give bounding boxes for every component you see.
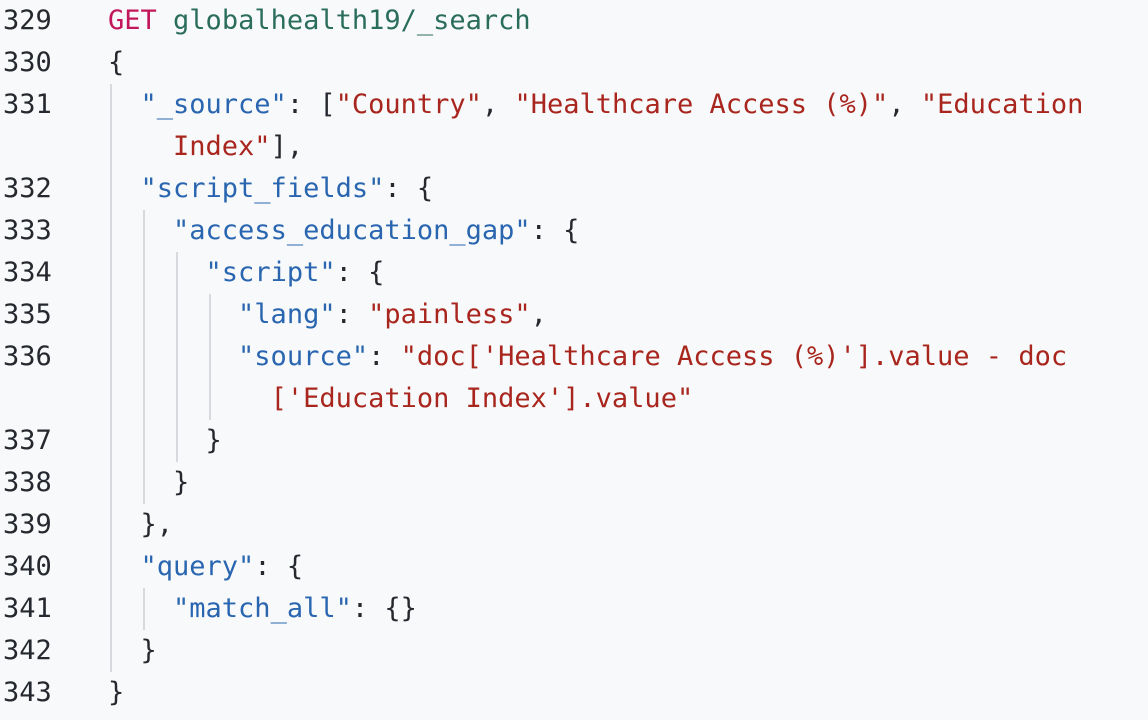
code-text: }	[108, 672, 124, 714]
token-str: ['Education Index'].value"	[270, 383, 694, 414]
line-number: 330	[3, 47, 52, 78]
token-punc	[108, 593, 173, 624]
token-punc	[108, 299, 238, 330]
token-str: Index"	[173, 131, 271, 162]
code-text: "lang": "painless",	[108, 294, 547, 336]
token-key: "access_education_gap"	[173, 215, 531, 246]
token-punc: },	[108, 509, 174, 540]
code-text: "script": {	[108, 252, 385, 294]
code-line[interactable]: 331 "_source": ["Country", "Healthcare A…	[0, 84, 1148, 126]
line-number: 333	[3, 215, 52, 246]
line-number: 329	[3, 5, 52, 36]
line-number: 338	[3, 467, 52, 498]
token-punc: : {	[530, 215, 580, 246]
code-text: GET globalhealth19/_search	[108, 0, 531, 42]
code-line[interactable]: 340 "query": {	[0, 546, 1148, 588]
code-line[interactable]: 334 "script": {	[0, 252, 1148, 294]
code-line[interactable]: 339 },	[0, 504, 1148, 546]
code-line[interactable]: 332 "script_fields": {	[0, 168, 1148, 210]
code-text: "script_fields": {	[108, 168, 434, 210]
code-line[interactable]: ['Education Index'].value"	[0, 378, 1148, 420]
token-key: "source"	[238, 341, 369, 372]
token-key: "script_fields"	[140, 173, 385, 204]
line-number: 332	[3, 173, 52, 204]
line-number: 340	[3, 551, 52, 582]
code-text: },	[108, 504, 174, 546]
line-number: 336	[3, 341, 52, 372]
code-line[interactable]: 335 "lang": "painless",	[0, 294, 1148, 336]
code-text: "access_education_gap": {	[108, 210, 579, 252]
code-line[interactable]: 342 }	[0, 630, 1148, 672]
token-punc: }	[108, 467, 190, 498]
token-punc	[157, 5, 173, 36]
code-line[interactable]: 330 {	[0, 42, 1148, 84]
token-punc	[108, 257, 206, 288]
token-punc: : {	[254, 551, 304, 582]
token-path: globalhealth19/_search	[173, 5, 531, 36]
token-punc	[108, 551, 141, 582]
code-line[interactable]: 343}	[0, 672, 1148, 714]
token-str: "Education	[920, 89, 1084, 120]
token-punc: ,	[530, 299, 547, 330]
token-punc: : {}	[351, 593, 417, 624]
code-text: }	[108, 420, 222, 462]
code-line[interactable]: 329 GET globalhealth19/_search	[0, 0, 1148, 42]
token-str: "doc['Healthcare Access (%)'].value - do…	[400, 341, 1068, 372]
token-punc	[108, 131, 173, 162]
token-punc: :	[368, 341, 401, 372]
token-str: "Country"	[335, 89, 482, 120]
token-str: "painless"	[368, 299, 531, 330]
token-key: "lang"	[238, 299, 336, 330]
code-line[interactable]: 338 }	[0, 462, 1148, 504]
line-number: 337	[3, 425, 52, 456]
line-number: 335	[3, 299, 52, 330]
code-editor[interactable]: 329 GET globalhealth19/_search 330 {331 "_s…	[0, 0, 1148, 720]
code-text: "query": {	[108, 546, 304, 588]
token-punc: }	[108, 635, 157, 666]
token-punc	[108, 173, 141, 204]
code-line[interactable]: 336 "source": "doc['Healthcare Access (%…	[0, 336, 1148, 378]
token-key: "script"	[205, 257, 336, 288]
token-punc	[108, 341, 238, 372]
line-number: 343	[3, 677, 52, 708]
token-punc: }	[108, 425, 222, 456]
code-line[interactable]: 337 }	[0, 420, 1148, 462]
token-punc: {	[108, 47, 125, 78]
token-punc: : {	[384, 173, 434, 204]
code-line[interactable]: 333 "access_education_gap": {	[0, 210, 1148, 252]
token-str: "Healthcare Access (%)"	[514, 89, 889, 120]
token-punc: ,	[888, 89, 921, 120]
code-text: }	[108, 630, 157, 672]
token-punc: : {	[335, 257, 385, 288]
token-key: "query"	[140, 551, 255, 582]
code-text: {	[108, 42, 124, 84]
token-punc: : [	[286, 89, 336, 120]
token-key: "_source"	[140, 89, 287, 120]
line-number: 331	[3, 89, 52, 120]
code-text: "match_all": {}	[108, 588, 417, 630]
code-text: "source": "doc['Healthcare Access (%)'].…	[108, 336, 1067, 378]
line-number: 341	[3, 593, 52, 624]
token-key: "match_all"	[173, 593, 352, 624]
code-text: "_source": ["Country", "Healthcare Acces…	[108, 84, 1084, 126]
token-method: GET	[108, 5, 157, 36]
line-number: 334	[3, 257, 52, 288]
token-punc	[108, 215, 173, 246]
line-number: 339	[3, 509, 52, 540]
token-punc: :	[335, 299, 369, 330]
code-line[interactable]: 341 "match_all": {}	[0, 588, 1148, 630]
token-punc: }	[108, 677, 125, 708]
code-text: }	[108, 462, 189, 504]
token-punc	[108, 383, 271, 414]
code-text: Index"],	[108, 126, 303, 168]
code-line[interactable]: Index"],	[0, 126, 1148, 168]
code-text: ['Education Index'].value"	[108, 378, 694, 420]
token-punc	[108, 89, 141, 120]
token-punc: ],	[270, 131, 304, 162]
token-punc: ,	[481, 89, 515, 120]
line-number: 342	[3, 635, 52, 666]
